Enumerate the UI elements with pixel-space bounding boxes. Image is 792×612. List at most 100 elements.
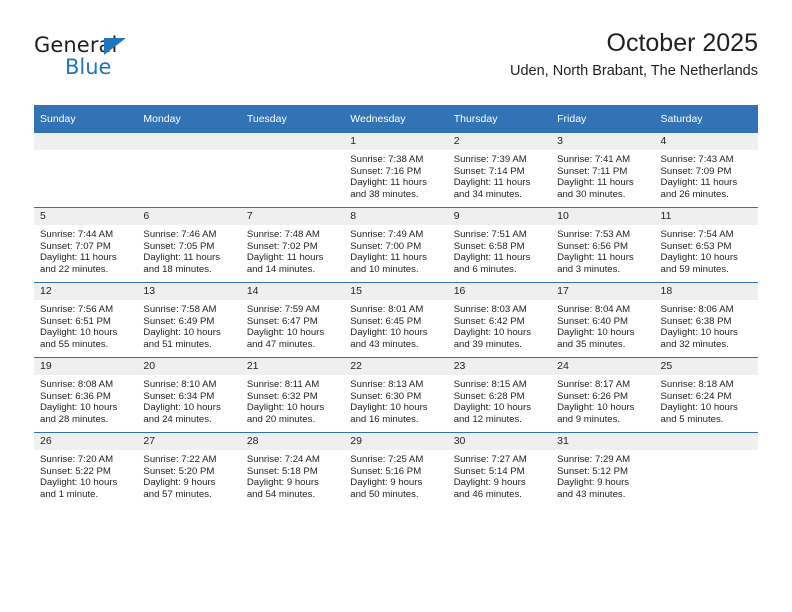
sunrise-time: Sunrise: 7:48 AM [246, 229, 320, 240]
calendar-day-cell[interactable]: 22 Sunrise: 8:13 AM Sunset: 6:30 PM Dayligh… [344, 357, 448, 433]
calendar-table: Sunday Monday Tuesday Wednesday Thursday… [34, 105, 758, 507]
calendar-day-cell[interactable]: 11 Sunrise: 7:54 AM Sunset: 6:53 PM Dayligh… [654, 207, 758, 283]
calendar-day-cell[interactable]: 23 Sunrise: 8:15 AM Sunset: 6:28 PM Dayligh… [447, 357, 552, 433]
calendar-day-cell[interactable]: 31 Sunrise: 7:29 AM Sunset: 5:12 PM Dayligh… [551, 432, 655, 507]
calendar-day-cell[interactable]: 20 Sunrise: 8:10 AM Sunset: 6:34 PM Dayligh… [137, 357, 241, 433]
daylight-duration-line1: Daylight: 9 hours [350, 477, 423, 489]
calendar-day-cell[interactable]: 14 Sunrise: 7:59 AM Sunset: 6:47 PM Dayligh… [240, 282, 345, 358]
calendar-day-cell[interactable]: 12 Sunrise: 7:56 AM Sunset: 6:51 PM Dayligh… [34, 282, 138, 358]
calendar-day-cell [654, 432, 758, 507]
day-number: 12 [34, 283, 138, 300]
day-number: 2 [447, 133, 552, 150]
sunset-time: Sunset: 6:56 PM [557, 240, 629, 252]
sunset-time: Sunset: 7:16 PM [350, 165, 422, 177]
daylight-duration-line2: and 57 minutes. [143, 488, 212, 500]
daylight-duration-line2: and 24 minutes. [143, 413, 212, 425]
daylight-duration-line1: Daylight: 10 hours [453, 402, 532, 414]
sunset-time: Sunset: 6:45 PM [350, 315, 422, 327]
calendar-day-cell[interactable]: 3 Sunrise: 7:41 AM Sunset: 7:11 PM Daylight… [551, 133, 655, 208]
calendar-day-cell[interactable]: 7 Sunrise: 7:48 AM Sunset: 7:02 PM Daylight… [240, 207, 345, 283]
sunset-time: Sunset: 7:00 PM [350, 240, 422, 252]
day-details: Sunrise: 7:48 AM Sunset: 7:02 PM Daylight:… [241, 225, 344, 275]
daylight-duration-line2: and 26 minutes. [660, 188, 729, 200]
calendar-day-cell[interactable]: 27 Sunrise: 7:22 AM Sunset: 5:20 PM Dayligh… [137, 432, 241, 507]
day-number: 18 [654, 283, 758, 300]
day-number [240, 133, 345, 150]
day-details: Sunrise: 8:10 AM Sunset: 6:34 PM Daylight:… [137, 375, 240, 425]
calendar-day-cell[interactable]: 2 Sunrise: 7:39 AM Sunset: 7:14 PM Daylight… [447, 133, 552, 208]
calendar-week-row: 19 Sunrise: 8:08 AM Sunset: 6:36 PM Dayligh… [34, 357, 758, 433]
daylight-duration-line2: and 32 minutes. [660, 338, 729, 350]
calendar-day-cell[interactable]: 19 Sunrise: 8:08 AM Sunset: 6:36 PM Dayligh… [34, 357, 138, 433]
sunrise-time: Sunrise: 8:13 AM [350, 379, 424, 390]
weekday-header-tuesday: Tuesday [240, 105, 345, 133]
sunrise-time: Sunrise: 8:01 AM [350, 304, 424, 315]
daylight-duration-line2: and 22 minutes. [40, 263, 109, 275]
calendar-day-cell[interactable]: 1 Sunrise: 7:38 AM Sunset: 7:16 PM Daylight… [344, 133, 448, 208]
calendar-day-cell[interactable]: 28 Sunrise: 7:24 AM Sunset: 5:18 PM Dayligh… [240, 432, 345, 507]
sunset-time: Sunset: 7:09 PM [660, 165, 732, 177]
sunrise-time: Sunrise: 7:49 AM [350, 229, 424, 240]
daylight-duration-line2: and 35 minutes. [557, 338, 626, 350]
sunrise-time: Sunrise: 7:44 AM [40, 229, 114, 240]
day-details: Sunrise: 7:41 AM Sunset: 7:11 PM Daylight:… [551, 150, 654, 200]
calendar-day-cell[interactable]: 13 Sunrise: 7:58 AM Sunset: 6:49 PM Dayligh… [137, 282, 241, 358]
calendar-day-cell[interactable]: 26 Sunrise: 7:20 AM Sunset: 5:22 PM Dayligh… [34, 432, 138, 507]
calendar-day-cell[interactable]: 17 Sunrise: 8:04 AM Sunset: 6:40 PM Dayligh… [551, 282, 655, 358]
day-number [654, 433, 758, 450]
daylight-duration-line1: Daylight: 10 hours [143, 327, 221, 339]
day-details: Sunrise: 7:39 AM Sunset: 7:14 PM Daylight:… [448, 150, 551, 200]
sunrise-time: Sunrise: 7:54 AM [660, 229, 734, 240]
day-details: Sunrise: 7:51 AM Sunset: 6:58 PM Daylight:… [448, 225, 551, 275]
calendar-day-cell[interactable]: 30 Sunrise: 7:27 AM Sunset: 5:14 PM Dayligh… [447, 432, 552, 507]
calendar-day-cell[interactable]: 16 Sunrise: 8:03 AM Sunset: 6:42 PM Dayligh… [447, 282, 552, 358]
daylight-duration-line2: and 39 minutes. [453, 338, 522, 350]
sunset-time: Sunset: 6:47 PM [246, 315, 318, 327]
day-details: Sunrise: 7:27 AM Sunset: 5:14 PM Daylight:… [448, 450, 551, 500]
sunrise-time: Sunrise: 7:59 AM [246, 304, 320, 315]
day-number: 31 [551, 433, 655, 450]
calendar-day-cell[interactable]: 10 Sunrise: 7:53 AM Sunset: 6:56 PM Dayligh… [551, 207, 655, 283]
day-number: 24 [551, 358, 655, 375]
calendar-day-cell[interactable]: 8 Sunrise: 7:49 AM Sunset: 7:00 PM Daylight… [344, 207, 448, 283]
day-number: 10 [551, 208, 655, 225]
day-number: 26 [34, 433, 138, 450]
brand-logo[interactable]: General Blue [34, 34, 214, 90]
calendar-day-cell [34, 133, 138, 208]
daylight-duration-line1: Daylight: 10 hours [660, 327, 738, 339]
daylight-duration-line1: Daylight: 9 hours [246, 477, 319, 489]
calendar-day-cell[interactable]: 24 Sunrise: 8:17 AM Sunset: 6:26 PM Dayligh… [551, 357, 655, 433]
sunrise-time: Sunrise: 8:18 AM [660, 379, 734, 390]
sunset-time: Sunset: 6:30 PM [350, 390, 422, 402]
calendar-day-cell[interactable]: 15 Sunrise: 8:01 AM Sunset: 6:45 PM Dayligh… [344, 282, 448, 358]
daylight-duration-line1: Daylight: 10 hours [660, 402, 738, 414]
sunset-time: Sunset: 6:53 PM [660, 240, 732, 252]
calendar-day-cell[interactable]: 25 Sunrise: 8:18 AM Sunset: 6:24 PM Dayligh… [654, 357, 758, 433]
calendar-day-cell[interactable]: 21 Sunrise: 8:11 AM Sunset: 6:32 PM Dayligh… [240, 357, 345, 433]
day-details: Sunrise: 7:44 AM Sunset: 7:07 PM Daylight:… [34, 225, 137, 275]
calendar-day-cell[interactable]: 6 Sunrise: 7:46 AM Sunset: 7:05 PM Daylight… [137, 207, 241, 283]
daylight-duration-line1: Daylight: 9 hours [143, 477, 216, 489]
daylight-duration-line2: and 6 minutes. [453, 263, 517, 275]
daylight-duration-line1: Daylight: 11 hours [660, 177, 738, 189]
sunset-time: Sunset: 5:22 PM [40, 465, 111, 477]
calendar-day-cell[interactable]: 29 Sunrise: 7:25 AM Sunset: 5:16 PM Dayligh… [344, 432, 448, 507]
calendar-day-cell[interactable]: 4 Sunrise: 7:43 AM Sunset: 7:09 PM Daylight… [654, 133, 758, 208]
day-details: Sunrise: 7:38 AM Sunset: 7:16 PM Daylight:… [344, 150, 447, 200]
calendar-day-cell[interactable]: 9 Sunrise: 7:51 AM Sunset: 6:58 PM Daylight… [447, 207, 552, 283]
sunset-time: Sunset: 6:34 PM [143, 390, 215, 402]
calendar-day-cell[interactable]: 5 Sunrise: 7:44 AM Sunset: 7:07 PM Daylight… [34, 207, 138, 283]
day-details: Sunrise: 7:29 AM Sunset: 5:12 PM Daylight:… [551, 450, 654, 500]
title-block: October 2025 Uden, North Brabant, The Ne… [510, 28, 758, 82]
day-details: Sunrise: 7:22 AM Sunset: 5:20 PM Daylight:… [137, 450, 240, 500]
calendar-day-cell[interactable]: 18 Sunrise: 8:06 AM Sunset: 6:38 PM Dayligh… [654, 282, 758, 358]
sunset-time: Sunset: 5:18 PM [246, 465, 318, 477]
day-details: Sunrise: 7:24 AM Sunset: 5:18 PM Daylight:… [241, 450, 344, 500]
sunset-time: Sunset: 6:24 PM [660, 390, 732, 402]
day-details: Sunrise: 8:13 AM Sunset: 6:30 PM Daylight:… [344, 375, 447, 425]
daylight-duration-line1: Daylight: 9 hours [453, 477, 526, 489]
daylight-duration-line2: and 1 minute. [40, 488, 99, 500]
daylight-duration-line1: Daylight: 11 hours [246, 252, 324, 264]
daylight-duration-line2: and 5 minutes. [660, 413, 724, 425]
sunset-time: Sunset: 6:38 PM [660, 315, 732, 327]
